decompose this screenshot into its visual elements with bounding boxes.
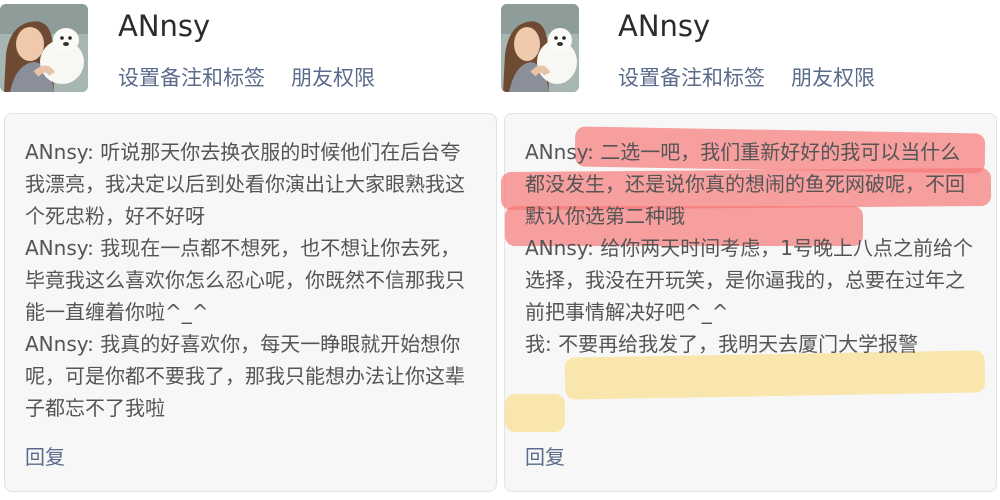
right-panel: ANnsy 设置备注和标签 朋友权限 ANnsy: 二选一吧，我们重新好好的我可以… — [500, 0, 1000, 500]
message-card: ANnsy: 二选一吧，我们重新好好的我可以当什么都没发生，还是说你真的想闹的鱼… — [500, 113, 997, 492]
profile-name: ANnsy — [118, 9, 211, 43]
message-item: 我: 不要再给我发了，我明天去厦门大学报警 — [525, 332, 919, 356]
profile-name: ANnsy — [618, 9, 711, 43]
avatar-image — [0, 4, 88, 92]
profile-actions: 设置备注和标签 朋友权限 — [118, 62, 375, 92]
profile-actions: 设置备注和标签 朋友权限 — [618, 62, 875, 92]
message-list: ANnsy: 二选一吧，我们重新好好的我可以当什么都没发生，还是说你真的想闹的鱼… — [525, 136, 975, 360]
set-remark-link[interactable]: 设置备注和标签 — [618, 66, 765, 90]
message-item: ANnsy: 我真的好喜欢你，每天一睁眼就开始想你呢，可是你都不要我了，那我只能… — [25, 332, 465, 420]
message-item: ANnsy: 给你两天时间考虑，1号晚上八点之前给个选择，我没在开玩笑，是你逼我… — [525, 236, 973, 324]
avatar[interactable] — [501, 4, 579, 92]
message-list: ANnsy: 听说那天你去换衣服的时候他们在后台夸我漂亮，我决定以后到处看你演出… — [25, 136, 475, 424]
reply-button[interactable]: 回复 — [525, 441, 565, 470]
message-item: ANnsy: 二选一吧，我们重新好好的我可以当什么都没发生，还是说你真的想闹的鱼… — [525, 140, 965, 228]
left-panel: ANnsy 设置备注和标签 朋友权限 ANnsy: 听说那天你去换衣服的时候他们在… — [0, 0, 500, 500]
yellow-highlight — [505, 394, 565, 432]
reply-button[interactable]: 回复 — [25, 441, 65, 470]
set-remark-link[interactable]: 设置备注和标签 — [118, 66, 265, 90]
friend-permission-link[interactable]: 朋友权限 — [291, 66, 375, 90]
friend-permission-link[interactable]: 朋友权限 — [791, 66, 875, 90]
message-card: ANnsy: 听说那天你去换衣服的时候他们在后台夸我漂亮，我决定以后到处看你演出… — [4, 113, 497, 492]
avatar-image — [501, 4, 579, 92]
message-item: ANnsy: 听说那天你去换衣服的时候他们在后台夸我漂亮，我决定以后到处看你演出… — [25, 140, 465, 228]
message-item: ANnsy: 我现在一点都不想死，也不想让你去死，毕竟我这么喜欢你怎么忍心呢，你… — [25, 236, 465, 324]
avatar[interactable] — [0, 4, 88, 92]
